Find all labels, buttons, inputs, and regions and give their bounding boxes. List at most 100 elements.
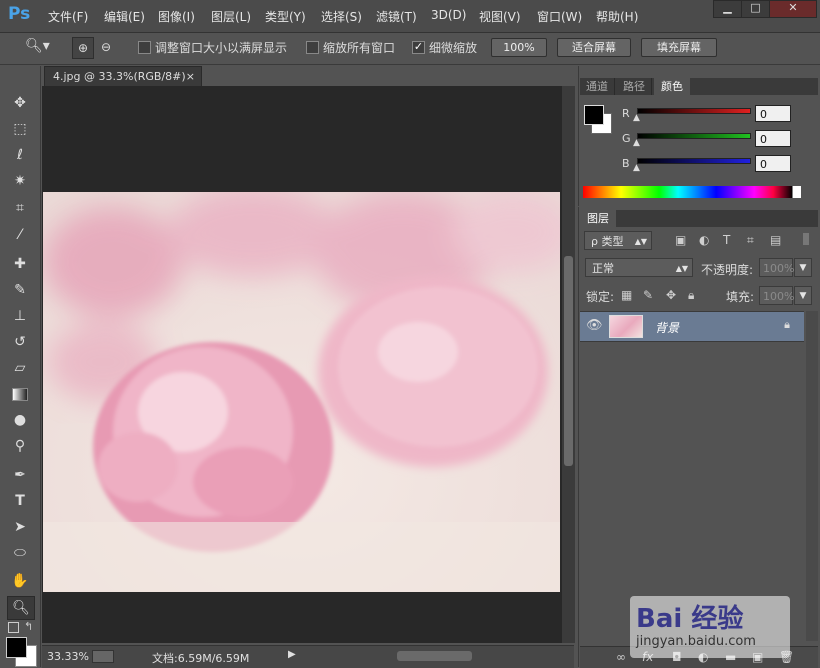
layer-filter-label: ρ 类型	[591, 235, 624, 248]
fill-field[interactable]: 100%	[759, 286, 794, 305]
default-colors-icon[interactable]	[8, 622, 19, 633]
tab-paths[interactable]: 路径	[617, 78, 652, 95]
lock-transparent-icon[interactable]: ▦	[621, 288, 632, 302]
eraser-icon[interactable]: ▱	[7, 357, 33, 379]
blend-mode-select[interactable]: 正常 ▲▼	[585, 258, 693, 277]
green-slider-handle[interactable]: ▲	[633, 138, 640, 148]
lock-all-icon[interactable]: 🔒︎	[688, 288, 694, 303]
blue-channel-label: B	[622, 157, 630, 170]
watermark-url: jingyan.baidu.com	[636, 634, 756, 649]
clone-stamp-icon[interactable]: ⊥	[7, 305, 33, 327]
menu-bar: Ps 文件(F) 编辑(E) 图像(I) 图层(L) 类型(Y) 选择(S) 滤…	[0, 0, 820, 33]
fit-screen-button[interactable]: 适合屏幕	[557, 38, 631, 57]
menu-window[interactable]: 窗口(W)	[537, 8, 582, 25]
layer-visibility-icon[interactable]: 👁︎	[586, 318, 603, 333]
path-selection-icon[interactable]: ➤	[7, 516, 33, 538]
zoom-all-checkbox[interactable]	[306, 41, 319, 54]
history-brush-icon[interactable]: ↺	[7, 331, 33, 353]
scrubby-zoom-label: 细微缩放	[429, 41, 478, 55]
tab-layers[interactable]: 图层	[580, 210, 616, 227]
gradient-tool-icon[interactable]	[7, 383, 33, 405]
red-slider[interactable]	[637, 108, 751, 114]
zoom-100-button[interactable]: 100%	[491, 38, 547, 57]
document-tab[interactable]: 4.jpg @ 33.3%(RGB/8#) ×	[44, 66, 202, 86]
brush-tool-icon[interactable]: ✎	[7, 279, 33, 301]
menu-select[interactable]: 选择(S)	[321, 8, 362, 25]
zoom-out-icon[interactable]: ⊖	[96, 37, 116, 57]
filter-adjustment-icon[interactable]: ◐	[699, 233, 709, 247]
zoom-in-icon[interactable]: ⊕	[72, 37, 94, 59]
tab-color[interactable]: 颜色	[654, 78, 690, 95]
close-window-button[interactable]: ✕	[769, 0, 817, 18]
fill-dropdown-icon[interactable]: ▼	[794, 286, 812, 305]
link-layers-icon[interactable]: ∞	[616, 650, 626, 664]
lock-pixels-icon[interactable]: ✎	[643, 288, 653, 302]
tab-channels[interactable]: 通道	[580, 78, 615, 95]
pen-tool-icon[interactable]: ✒	[7, 464, 33, 486]
menu-3d[interactable]: 3D(D)	[431, 8, 466, 22]
filter-smart-object-icon[interactable]: ▤	[770, 233, 781, 247]
menu-view[interactable]: 视图(V)	[479, 8, 521, 25]
filter-pixel-icon[interactable]: ▣	[675, 233, 686, 247]
status-proof-icon[interactable]	[92, 650, 114, 663]
status-menu-arrow-icon[interactable]: ▶	[288, 649, 296, 660]
blue-value-field[interactable]: 0	[755, 155, 791, 172]
crop-tool-icon[interactable]: ⌗	[7, 197, 33, 219]
menu-type[interactable]: 类型(Y)	[265, 8, 306, 25]
eyedropper-icon[interactable]: ⁄	[7, 224, 33, 246]
blend-mode-label: 正常	[592, 262, 614, 275]
healing-brush-icon[interactable]: ✚	[7, 253, 33, 275]
move-tool-icon[interactable]: ✥	[7, 92, 33, 114]
menu-filter[interactable]: 滤镜(T)	[376, 8, 417, 25]
vertical-scroll-thumb[interactable]	[564, 256, 573, 466]
maximize-button[interactable]: □	[741, 0, 770, 18]
baidu-watermark: Bai 经验 jingyan.baidu.com	[630, 596, 790, 658]
menu-file[interactable]: 文件(F)	[48, 8, 88, 25]
fill-screen-button[interactable]: 填充屏幕	[641, 38, 717, 57]
red-slider-handle[interactable]: ▲	[633, 113, 640, 123]
lasso-tool-icon[interactable]: ℓ	[7, 144, 33, 166]
scrubby-zoom-checkbox[interactable]: ✓	[412, 41, 425, 54]
layers-scrollbar[interactable]	[806, 311, 818, 641]
vertical-scrollbar[interactable]	[562, 86, 575, 643]
blue-slider-handle[interactable]: ▲	[633, 163, 640, 173]
resize-windows-checkbox[interactable]	[138, 41, 151, 54]
green-slider[interactable]	[637, 133, 751, 139]
opacity-field[interactable]: 100%	[759, 258, 794, 277]
ellipse-tool-icon[interactable]: ⬭	[7, 542, 33, 564]
menu-help[interactable]: 帮助(H)	[596, 8, 638, 25]
zoom-tool-preset-icon[interactable]: 🔍︎▾	[25, 38, 57, 57]
layer-filter-select[interactable]: ρ 类型 ▲▼	[584, 231, 652, 250]
blur-tool-icon[interactable]: ●	[7, 409, 33, 431]
opacity-dropdown-icon[interactable]: ▼	[794, 258, 812, 277]
menu-layer[interactable]: 图层(L)	[211, 8, 251, 25]
zoom-level[interactable]: 33.33%	[47, 650, 89, 663]
foreground-color-swatch[interactable]	[6, 637, 27, 658]
swap-colors-icon[interactable]: ↰	[24, 620, 33, 633]
horizontal-scroll-thumb[interactable]	[397, 651, 472, 661]
close-tab-icon[interactable]: ×	[186, 67, 195, 86]
type-tool-icon[interactable]: T	[7, 490, 33, 512]
green-value-field[interactable]: 0	[755, 130, 791, 147]
blue-slider[interactable]	[637, 158, 751, 164]
magic-wand-icon[interactable]: ✷	[7, 170, 33, 192]
filter-type-icon[interactable]: T	[723, 233, 730, 247]
layer-name[interactable]: 背景	[655, 319, 679, 336]
red-value-field[interactable]: 0	[755, 105, 791, 122]
color-fg-swatch[interactable]	[584, 105, 604, 125]
lock-position-icon[interactable]: ✥	[666, 288, 676, 302]
dodge-tool-icon[interactable]: ⚲	[7, 435, 33, 457]
marquee-tool-icon[interactable]: ⬚	[7, 118, 33, 140]
minimize-button[interactable]: ▁	[713, 0, 742, 18]
menu-edit[interactable]: 编辑(E)	[104, 8, 145, 25]
color-spectrum-bar[interactable]	[583, 186, 801, 198]
watermark-brand: Bai 经验	[636, 604, 744, 634]
document-size: 文档:6.59M/6.59M	[152, 652, 250, 665]
filter-toggle-icon[interactable]	[803, 233, 809, 245]
zoom-tool-icon[interactable]: 🔍︎	[7, 596, 35, 620]
menu-image[interactable]: 图像(I)	[158, 8, 195, 25]
hand-tool-icon[interactable]: ✋	[7, 570, 33, 592]
layer-row[interactable]: 👁︎ 背景 🔒︎	[580, 311, 804, 342]
filter-shape-icon[interactable]: ⌗	[747, 233, 754, 248]
document-image[interactable]	[43, 192, 560, 592]
